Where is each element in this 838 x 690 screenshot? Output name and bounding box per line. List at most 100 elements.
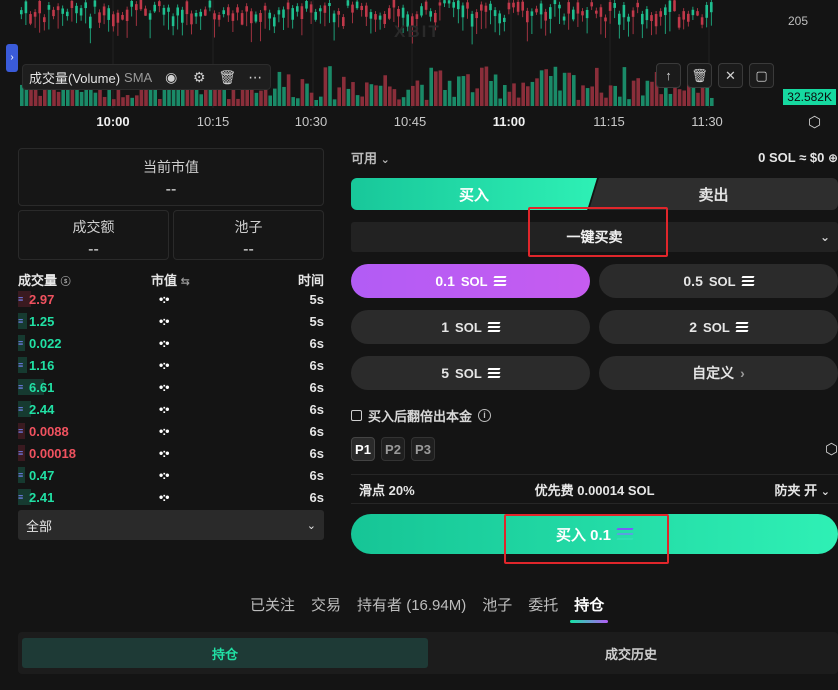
volume-bar <box>691 87 696 106</box>
volume-bar <box>677 89 682 106</box>
col-volume[interactable]: 成交量 ⓢ <box>18 270 71 288</box>
volume-bar <box>521 82 525 106</box>
volume-bar <box>618 96 622 106</box>
volume-bar <box>378 85 383 106</box>
buy-tab[interactable]: 买入 <box>351 178 597 210</box>
sol-icon: ≡ <box>18 426 24 436</box>
amount-option-button[interactable]: 0.5 SOL <box>599 264 838 298</box>
market-cap-label: 当前市值 <box>143 159 199 175</box>
volume-bar <box>562 72 567 106</box>
volume-bar <box>636 78 640 106</box>
info-icon[interactable]: i <box>478 408 492 422</box>
maximize-pane-button[interactable]: ▢ <box>749 63 774 88</box>
volume-bar <box>489 81 493 106</box>
volume-bar <box>227 99 231 106</box>
volume-bar <box>434 71 438 106</box>
sol-icon <box>493 276 507 286</box>
double-out-checkbox[interactable] <box>351 409 362 421</box>
time-tick: 10:15 <box>196 114 230 129</box>
trades-header: 成交量 ⓢ 市值 ⇆ 时间 <box>18 270 324 288</box>
sub-tab[interactable]: 持仓 <box>22 638 428 668</box>
bottom-tab[interactable]: 池子 <box>482 594 512 615</box>
bottom-tabs: 已关注 交易 持有者 (16.94M) 池子 委托 持仓 <box>250 594 609 623</box>
trade-row[interactable]: ≡ 2.44 •:• 6s <box>18 398 324 420</box>
trade-row[interactable]: ≡ 0.47 •:• 6s <box>18 464 324 486</box>
volume-bar <box>259 90 263 106</box>
amount-option-button[interactable]: 1 SOL <box>351 310 590 344</box>
fee-settings-row[interactable]: 滑点 20% 优先费 0.00014 SOL 防夹 开 ⌄ <box>351 474 838 504</box>
plus-circle-icon[interactable]: ⊕ <box>828 151 838 165</box>
trade-row[interactable]: ≡ 0.00018 •:• 6s <box>18 442 324 464</box>
amount-value: 自定义 <box>692 365 735 381</box>
volume-bar <box>549 76 553 106</box>
bottom-tab[interactable]: 交易 <box>311 594 341 615</box>
volume-indicator-legend: 成交量(Volume) SMA ◉ ⚙ 🗑 ⋯ <box>22 64 272 90</box>
move-up-button[interactable]: ↑ <box>656 63 681 88</box>
left-panel-toggle[interactable]: › <box>6 44 18 72</box>
col-mcap[interactable]: 市值 ⇆ <box>151 270 190 289</box>
amount-option-button[interactable]: 5 SOL <box>351 356 590 390</box>
volume-bar <box>539 70 544 106</box>
amount-unit: SOL <box>708 273 736 289</box>
volume-bar <box>323 67 328 106</box>
delete-pane-button[interactable]: 🗑 <box>687 63 712 88</box>
trade-row[interactable]: ≡ 2.97 •:• 5s <box>18 288 324 310</box>
more-icon[interactable]: ⋯ <box>246 69 264 86</box>
chevron-down-icon: ⌄ <box>306 519 316 532</box>
preset-p1[interactable]: P1 <box>351 437 375 461</box>
volume-bar <box>38 95 42 106</box>
priority-fee-setting[interactable]: 优先费 0.00014 SOL <box>535 480 655 499</box>
sell-tab[interactable]: 卖出 <box>589 178 838 210</box>
mev-protect-setting[interactable]: 防夹 开 ⌄ <box>775 480 830 499</box>
trade-row[interactable]: ≡ 0.022 •:• 6s <box>18 332 324 354</box>
volume-bar <box>650 81 654 106</box>
price-chart[interactable]: XBIT 205 › 成交量(Volume) SMA ◉ ⚙ 🗑 ⋯ ↑ 🗑 ✕… <box>0 0 838 138</box>
preset-settings-gear-icon[interactable]: ⬡ <box>825 440 838 458</box>
available-selector[interactable]: 可用 ⌄ <box>351 148 390 167</box>
bottom-tab[interactable]: 持有者 (16.94M) <box>357 594 466 615</box>
time-tick: 10:30 <box>294 114 328 129</box>
collapse-pane-button[interactable]: ✕ <box>718 63 743 88</box>
trade-row[interactable]: ≡ 1.25 •:• 5s <box>18 310 324 332</box>
volume-bar <box>461 76 466 106</box>
bottom-tab[interactable]: 委托 <box>528 594 558 615</box>
amount-option-button[interactable]: 2 SOL <box>599 310 838 344</box>
volume-bar <box>576 99 581 106</box>
volume-bar <box>158 98 162 106</box>
trade-time: 6s <box>309 423 324 439</box>
volume-bar <box>599 92 604 106</box>
trade-amount: 0.47 <box>29 467 55 483</box>
settings-icon[interactable]: ⚙ <box>190 69 208 86</box>
volume-bar <box>659 94 663 106</box>
mcap-loading-icon: •:• <box>159 490 169 504</box>
trade-row[interactable]: ≡ 2.41 •:• 6s <box>18 486 324 506</box>
trade-row[interactable]: ≡ 0.0088 •:• 6s <box>18 420 324 442</box>
volume-bar <box>406 89 410 106</box>
candlestick-svg[interactable] <box>0 0 838 112</box>
trash-icon[interactable]: 🗑 <box>218 69 236 86</box>
amount-option-button[interactable]: 0.1 SOL <box>351 264 590 298</box>
trade-amount: 0.0088 <box>29 423 69 439</box>
chart-settings-gear-icon[interactable]: ⬡ <box>808 113 826 131</box>
amount-option-button[interactable]: 自定义 › <box>599 356 838 390</box>
trade-amount: 2.41 <box>29 489 55 505</box>
trade-filter-select[interactable]: 全部 ⌄ <box>18 510 324 540</box>
volume-bar <box>374 85 378 106</box>
bottom-tab[interactable]: 已关注 <box>250 594 295 615</box>
volume-bar <box>135 95 139 106</box>
sub-tab[interactable]: 成交历史 <box>428 638 834 668</box>
trade-row[interactable]: ≡ 6.61 •:• 6s <box>18 376 324 398</box>
bottom-tab[interactable]: 持仓 <box>570 594 609 623</box>
sol-icon <box>487 322 501 332</box>
preset-p2[interactable]: P2 <box>381 437 405 461</box>
sol-icon: ≡ <box>18 316 24 326</box>
eye-icon[interactable]: ◉ <box>162 69 180 86</box>
col-time: 时间 <box>297 273 324 288</box>
trades-list[interactable]: ≡ 2.97 •:• 5s ≡ 1.25 •:• 5s ≡ 0.022 •:• 6s ≡ 1.16 •:• 6… <box>18 288 324 506</box>
slippage-setting[interactable]: 滑点 20% <box>359 480 415 499</box>
preset-p3[interactable]: P3 <box>411 437 435 461</box>
trade-row[interactable]: ≡ 1.16 •:• 6s <box>18 354 324 376</box>
volume-bar <box>388 86 392 106</box>
time-tick: 10:45 <box>393 114 427 129</box>
market-cap-box: 当前市值 -- <box>18 148 324 206</box>
